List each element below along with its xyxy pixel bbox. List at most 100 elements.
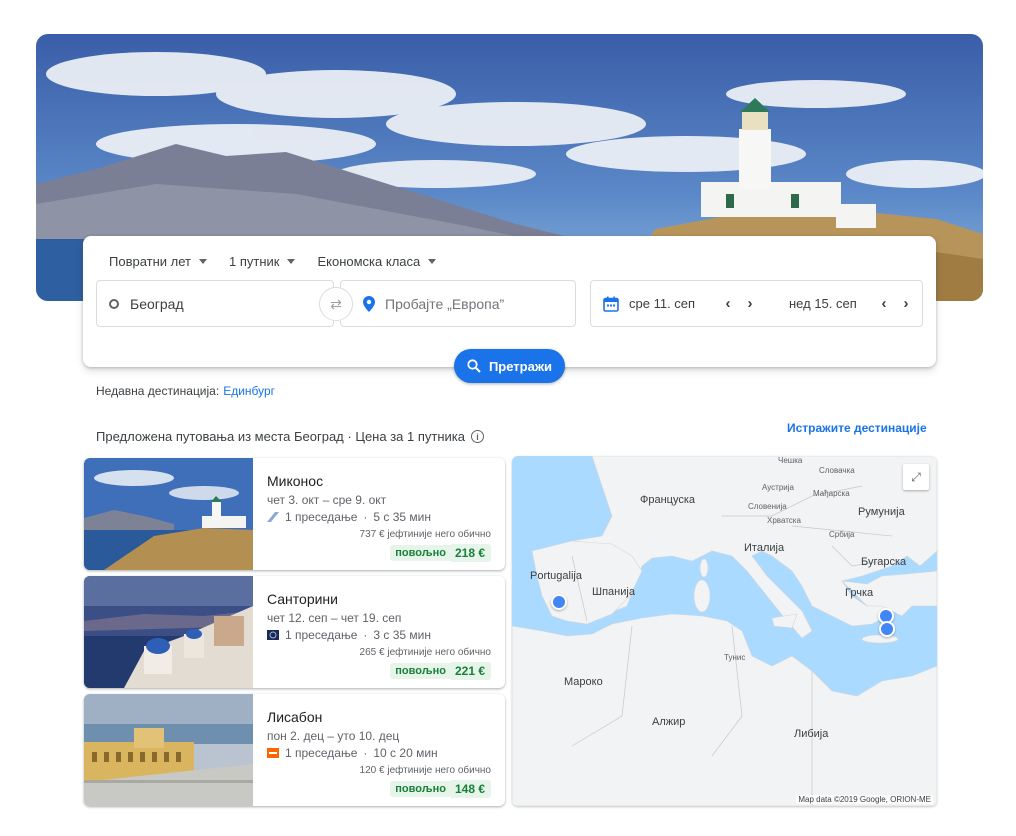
trip-cheaper-note: 265 € јефтиније него обично — [359, 647, 491, 658]
trip-card-lisbon[interactable]: Лисабон пон 2. дец – уто 10. дец 1 пресе… — [84, 694, 505, 806]
trip-duration: 5 с 35 мин — [373, 510, 431, 524]
info-icon[interactable]: i — [470, 430, 484, 443]
trip-destination: Санторини — [267, 591, 338, 607]
calendar-icon — [603, 296, 619, 312]
suggested-trips-heading: Предложена путовања из места Београд · Ц… — [96, 429, 484, 444]
destination-placeholder: Пробајте „Европа” — [385, 295, 505, 312]
trip-thumbnail-santorini — [84, 576, 253, 688]
map-label-hungary: Мађарска — [813, 489, 850, 498]
return-prev-chevron-icon[interactable]: ‹ — [873, 295, 895, 312]
good-price-badge: повољно — [390, 781, 451, 797]
passengers-label: 1 путник — [229, 254, 280, 269]
trip-duration: 10 с 20 мин — [373, 746, 438, 760]
caret-down-icon — [199, 259, 207, 264]
map-label-france: Француска — [640, 494, 696, 506]
trip-destination: Миконос — [267, 473, 324, 489]
airline-easyjet-icon — [267, 748, 279, 758]
trip-price-row: повољно 148 € — [390, 780, 491, 798]
trip-card-santorini[interactable]: Санторини чет 12. сеп – чет 19. сеп 1 пр… — [84, 576, 505, 688]
recent-label: Недавна дестинација: — [96, 384, 220, 398]
trip-price-row: повољно 221 € — [390, 662, 491, 680]
trip-stops-row: 1 преседање · 10 с 20 мин — [267, 746, 491, 760]
return-date[interactable]: нед 15. сеп — [789, 296, 873, 311]
map-label-spain: Шпанија — [592, 586, 635, 598]
map-label-italy: Италија — [744, 542, 785, 554]
trip-cheaper-note: 737 € јефтиније него обично — [359, 529, 491, 540]
map-attribution: Map data ©2019 Google, ORION-ME — [796, 795, 933, 804]
search-button[interactable]: Претражи — [454, 349, 565, 383]
trip-price: 148 € — [450, 780, 491, 798]
map-label-austria: Аустрија — [762, 483, 794, 492]
trip-thumbnail-mykonos — [84, 458, 253, 570]
trip-stops-row: 1 преседање · 5 с 35 мин — [267, 510, 491, 524]
explore-destinations-link[interactable]: Истражите дестинације — [787, 421, 927, 435]
trip-type-label: Повратни лет — [109, 254, 191, 269]
swap-button[interactable]: ⇄ — [319, 287, 353, 321]
caret-down-icon — [287, 259, 296, 264]
map-label-romania: Румунија — [858, 506, 905, 518]
destinations-map[interactable]: Чешка Словачка Аустрија Мађарска Францус… — [512, 456, 937, 806]
depart-prev-chevron-icon[interactable]: ‹ — [717, 295, 739, 312]
trip-type-select[interactable]: Повратни лет — [109, 254, 207, 269]
recent-destination-link[interactable]: Единбург — [223, 384, 275, 398]
depart-next-chevron-icon[interactable]: › — [739, 295, 761, 312]
trip-thumbnail-lisbon — [84, 694, 253, 806]
origin-value: Београд — [130, 295, 184, 312]
search-icon — [467, 359, 481, 373]
search-button-label: Претражи — [488, 358, 553, 374]
map-label-bulgaria: Бугарска — [861, 556, 907, 568]
destination-field[interactable]: Пробајте „Европа” — [340, 280, 576, 327]
cabin-class-select[interactable]: Економска класа — [317, 254, 437, 269]
trip-dates: чет 12. сеп – чет 19. сеп — [267, 611, 402, 625]
expand-arrows-icon: ⤢ — [911, 469, 921, 484]
trip-price-row: повољно 218 € — [390, 544, 491, 562]
airline-airserbia-icon — [267, 630, 279, 640]
dot-separator: · — [363, 746, 368, 760]
map-label-greece: Грчка — [845, 587, 874, 599]
trip-price: 221 € — [450, 662, 491, 680]
recent-destination: Недавна дестинација: Единбург — [96, 384, 275, 398]
trip-card-body: Миконос чет 3. окт – сре 9. окт 1 пресед… — [253, 458, 505, 570]
trip-destination: Лисабон — [267, 709, 323, 725]
suggested-trips-title: Предложена путовања из места Београд · Ц… — [96, 429, 465, 444]
map-label-libya: Либија — [794, 728, 829, 740]
swap-arrows-icon: ⇄ — [330, 295, 342, 312]
trip-dates: пон 2. дец – уто 10. дец — [267, 729, 400, 743]
map-label-croatia: Хрватска — [767, 516, 801, 525]
trip-card-mykonos[interactable]: Миконос чет 3. окт – сре 9. окт 1 пресед… — [84, 458, 505, 570]
depart-date[interactable]: сре 11. сеп — [629, 296, 717, 311]
origin-field[interactable]: Београд — [96, 280, 334, 327]
flight-search-card: Повратни лет 1 путник Економска класа Бе… — [83, 236, 936, 383]
search-options: Повратни лет 1 путник Економска класа — [109, 254, 437, 269]
passengers-select[interactable]: 1 путник — [229, 254, 296, 269]
map-pin-santorini[interactable] — [879, 621, 895, 637]
map-label-czech: Чешка — [778, 456, 803, 465]
good-price-badge: повољно — [390, 545, 451, 561]
trip-stops-row: 1 преседање · 3 с 35 мин — [267, 628, 491, 642]
trip-card-body: Лисабон пон 2. дец – уто 10. дец 1 пресе… — [253, 694, 505, 806]
trip-stops: 1 преседање — [285, 746, 358, 760]
origin-circle-icon — [109, 298, 119, 309]
dot-separator: · — [363, 628, 368, 642]
trip-card-body: Санторини чет 12. сеп – чет 19. сеп 1 пр… — [253, 576, 505, 688]
trip-dates: чет 3. окт – сре 9. окт — [267, 493, 387, 507]
location-pin-icon — [363, 295, 375, 312]
trip-stops: 1 преседање — [285, 510, 358, 524]
map-pin-lisbon[interactable] — [551, 594, 567, 610]
map-label-morocco: Мароко — [564, 676, 603, 688]
trip-price: 218 € — [450, 544, 491, 562]
trip-cheaper-note: 120 € јефтиније него обично — [359, 765, 491, 776]
airline-aegean-icon — [267, 512, 279, 522]
map-label-tunisia: Тунис — [724, 653, 746, 662]
good-price-badge: повољно — [390, 663, 451, 679]
trip-duration: 3 с 35 мин — [373, 628, 431, 642]
cabin-class-label: Економска класа — [317, 254, 421, 269]
dates-field[interactable]: сре 11. сеп ‹ › нед 15. сеп ‹ › — [590, 280, 923, 327]
return-next-chevron-icon[interactable]: › — [895, 295, 917, 312]
map-expand-button[interactable]: ⤢ — [903, 464, 929, 490]
dot-separator: · — [363, 510, 368, 524]
map-label-slovakia: Словачка — [819, 466, 855, 475]
trip-stops: 1 преседање — [285, 628, 358, 642]
map-label-serbia: Србија — [829, 530, 855, 539]
map-label-slovenia: Словенија — [748, 502, 787, 511]
